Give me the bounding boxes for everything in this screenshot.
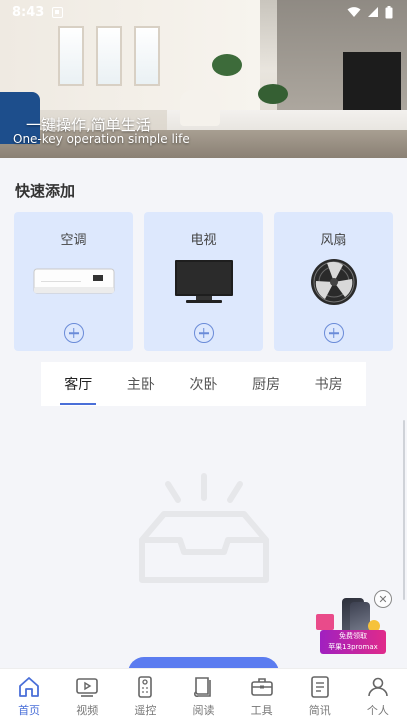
fan-icon (309, 257, 359, 307)
wifi-icon (347, 7, 361, 17)
banner-window (96, 26, 122, 86)
banner-chair (180, 90, 220, 126)
nav-item-remote[interactable]: 遥控 (119, 675, 171, 718)
nav-item-profile[interactable]: 个人 (352, 675, 404, 718)
nav-label: 首页 (18, 704, 41, 717)
device-card-label: 电视 (190, 233, 217, 248)
status-right (347, 5, 393, 19)
device-card-label: 空调 (60, 233, 87, 248)
video-icon (76, 678, 99, 697)
plus-circle-icon[interactable] (63, 323, 84, 343)
toolbox-icon (250, 678, 273, 696)
tv-icon (174, 257, 234, 307)
home-icon (19, 677, 39, 697)
tab-kitchen[interactable]: 厨房 (248, 366, 284, 402)
status-time: 8:43 (12, 4, 45, 20)
nav-label: 工具 (250, 704, 273, 717)
ad-line1: 免费领取 (339, 632, 367, 640)
status-left: 8:43 (12, 4, 64, 20)
quick-add-title: 快速添加 (15, 182, 76, 200)
empty-inbox-icon (139, 473, 269, 583)
banner-subtitle: One-key operation simple life (13, 132, 190, 146)
nav-item-tools[interactable]: 工具 (236, 675, 288, 718)
air-conditioner-icon (33, 257, 115, 307)
plus-circle-icon[interactable] (323, 323, 344, 343)
signal-icon (368, 7, 378, 17)
nav-label: 简讯 (308, 704, 331, 717)
status-bar: 8:43 (0, 0, 407, 24)
device-cards: 空调 电视 风扇 (14, 212, 393, 351)
plus-circle-icon[interactable] (193, 323, 214, 343)
banner-window (58, 26, 84, 86)
app-notification-icon (52, 6, 64, 18)
nav-item-read[interactable]: 阅读 (177, 675, 229, 718)
tab-study[interactable]: 书房 (311, 366, 347, 402)
scrollbar[interactable] (403, 420, 405, 600)
floating-ad[interactable]: 免费领取 苹果13promax ✕ (312, 590, 392, 658)
book-icon (194, 677, 212, 698)
banner-plant (212, 54, 242, 76)
tab-living-room[interactable]: 客厅 (60, 366, 97, 405)
bottom-nav: 首页 视频 遥控 阅读 工具 简讯 个人 (0, 668, 407, 723)
tab-second-bedroom[interactable]: 次卧 (185, 366, 221, 402)
gift-icon (316, 614, 334, 630)
nav-label: 个人 (366, 704, 389, 717)
person-icon (368, 677, 388, 697)
ad-line2: 苹果13promax (328, 643, 378, 651)
device-card-tv[interactable]: 电视 (144, 212, 263, 351)
tab-master-bedroom[interactable]: 主卧 (123, 366, 159, 402)
nav-item-news[interactable]: 简讯 (294, 675, 346, 718)
news-icon (310, 676, 329, 698)
close-icon[interactable]: ✕ (374, 590, 392, 608)
nav-item-video[interactable]: 视频 (61, 675, 113, 718)
nav-label: 遥控 (134, 704, 157, 717)
banner-window (134, 26, 160, 86)
nav-label: 视频 (76, 704, 99, 717)
nav-item-home[interactable]: 首页 (3, 675, 55, 718)
device-card-label: 风扇 (320, 233, 347, 248)
ad-banner: 免费领取 苹果13promax (320, 630, 386, 654)
nav-label: 阅读 (192, 704, 215, 717)
device-card-air-conditioner[interactable]: 空调 (14, 212, 133, 351)
banner-tv (343, 52, 401, 118)
remote-icon (138, 676, 153, 698)
room-tabs: 客厅 主卧 次卧 厨房 书房 (41, 362, 366, 406)
banner-plant (258, 84, 288, 104)
battery-icon (385, 5, 393, 18)
device-card-fan[interactable]: 风扇 (274, 212, 393, 351)
